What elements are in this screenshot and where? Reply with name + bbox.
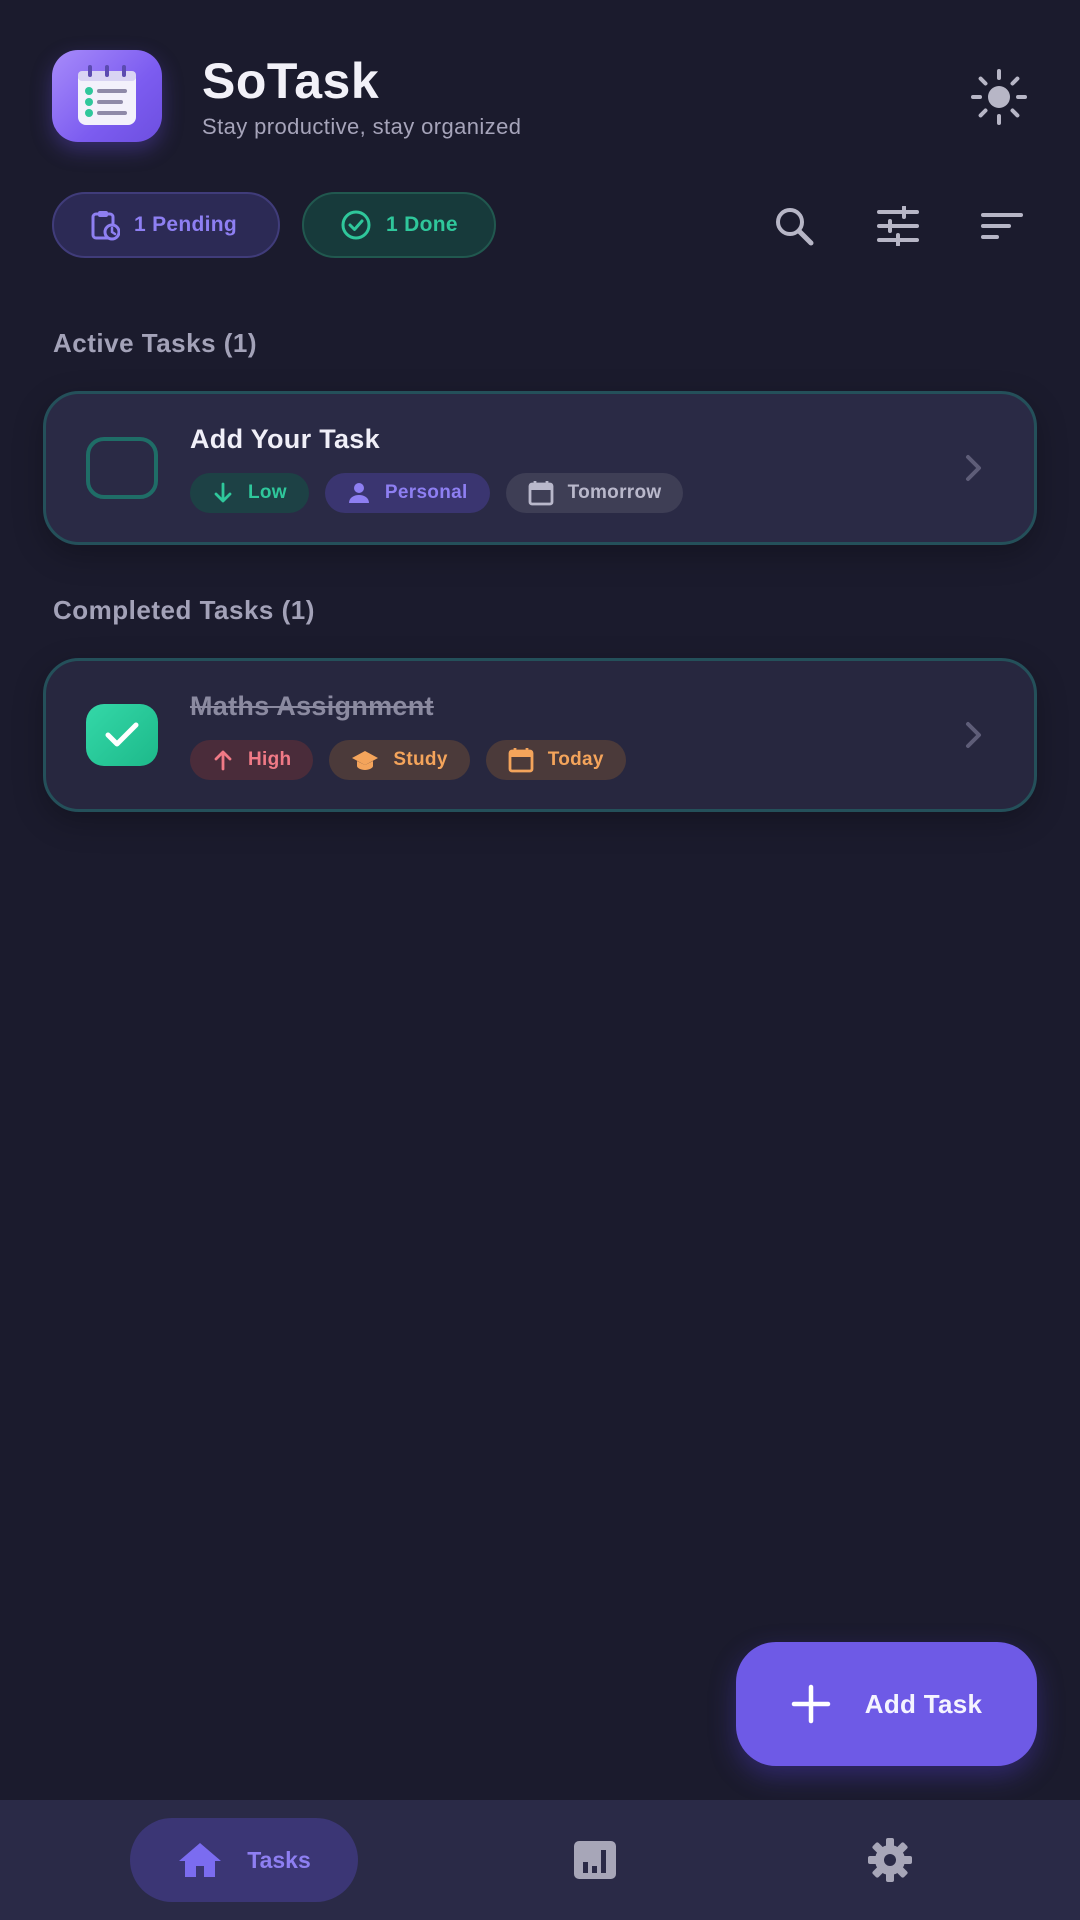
app-title: SoTask [202,53,380,109]
plus-icon [791,1684,830,1724]
priority-label: Low [248,481,287,503]
priority-tag: Low [190,472,309,513]
calendar-icon [508,747,534,772]
bar-chart-icon [574,1841,616,1879]
filter-button[interactable] [872,200,924,252]
pending-filter-chip[interactable]: 1 Pending [52,192,280,258]
add-task-button[interactable]: Add Task [736,1642,1037,1766]
task-tags: Low Personal Tomorrow [190,472,1034,513]
toolbar [768,200,1028,252]
task-title: Add Your Task [190,423,380,454]
due-date-tag: Today [485,739,626,780]
pending-count-label: 1 Pending [134,213,238,236]
home-icon [179,1843,222,1877]
calendar-icon [528,480,553,505]
priority-label: High [248,748,292,770]
graduation-cap-icon [352,750,379,770]
bottom-navigation: Tasks [0,1800,1080,1920]
task-title: Maths Assignment [190,690,434,721]
check-circle-icon [341,210,371,240]
done-count-label: 1 Done [386,213,458,236]
task-body: Add Your Task Low Personal Tomorrow [190,424,1034,513]
checkmark-icon [105,722,139,747]
chevron-right-icon [966,455,981,481]
gear-icon [868,1838,912,1882]
done-filter-chip[interactable]: 1 Done [302,192,496,258]
person-icon [348,482,369,503]
due-date-tag: Tomorrow [505,472,684,513]
completed-tasks-heading: Completed Tasks (1) [53,595,315,625]
add-task-label: Add Task [864,1688,983,1719]
task-tags: High Study Today [190,739,1034,780]
search-icon [776,208,814,246]
due-date-label: Today [547,748,604,770]
category-tag: Study [329,739,470,780]
task-card[interactable]: Add Your Task Low Personal Tomorrow [43,391,1037,545]
nav-tab-settings[interactable] [850,1818,930,1902]
search-button[interactable] [768,200,820,252]
task-checkbox[interactable] [86,704,158,766]
header: SoTask Stay productive, stay organized [52,50,1028,142]
due-date-label: Tomorrow [567,481,662,503]
theme-toggle-button[interactable] [970,68,1028,126]
sort-button[interactable] [976,200,1028,252]
task-card[interactable]: Maths Assignment High Study Today [43,658,1037,812]
nav-tasks-label: Tasks [247,1846,311,1873]
arrow-up-icon [214,750,232,770]
app-subtitle: Stay productive, stay organized [202,114,522,139]
category-tag: Personal [324,472,490,513]
sort-lines-icon [981,213,1023,239]
app-root: SoTask Stay productive, stay organized 1… [0,0,1080,1920]
stats-row: 1 Pending 1 Done [52,192,496,258]
sun-icon [971,69,1027,125]
category-label: Personal [384,481,468,503]
arrow-down-icon [214,482,232,502]
clipboard-clock-icon [91,211,120,241]
active-tasks-heading: Active Tasks (1) [53,328,258,358]
title-block: SoTask Stay productive, stay organized [202,52,521,140]
priority-tag: High [190,739,314,780]
task-body: Maths Assignment High Study Today [190,691,1034,780]
app-logo [52,50,162,142]
nav-tab-tasks[interactable]: Tasks [130,1818,358,1902]
chevron-right-icon [966,722,981,748]
nav-tab-statistics[interactable] [555,1818,635,1902]
task-checkbox[interactable] [86,437,158,499]
sliders-icon [877,206,919,246]
notepad-logo-icon [78,65,136,125]
category-label: Study [393,748,448,770]
